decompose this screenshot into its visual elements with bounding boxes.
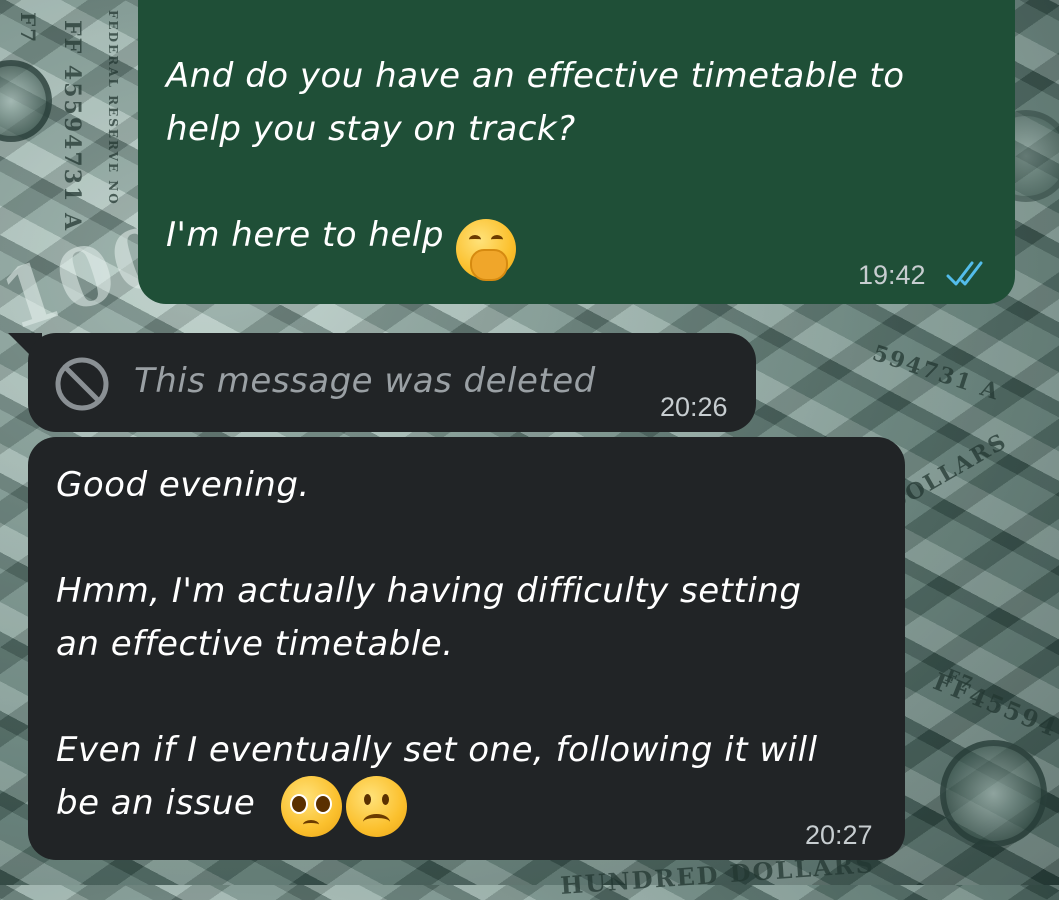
bill-seal: [0, 60, 52, 142]
message-text: Good evening. Hmm, I'm actually having d…: [56, 465, 818, 823]
bill-serial: FF 45594731 A: [59, 20, 85, 233]
double-check-icon: [946, 261, 983, 286]
pleading-face-emoji: [281, 776, 342, 837]
message-text: And do you have an effective timetable t…: [166, 56, 905, 255]
emoji-mouth: [303, 820, 319, 829]
emoji-eye-left: [364, 794, 371, 805]
message-bubble-outgoing[interactable]: And do you have an effective timetable t…: [138, 0, 1015, 304]
emoji-hand: [470, 249, 508, 281]
emoji-eye-left: [469, 235, 481, 244]
emoji-mouth: [363, 814, 390, 830]
message-bubble-incoming[interactable]: Good evening. Hmm, I'm actually having d…: [28, 437, 905, 860]
message-time: 20:27: [805, 820, 873, 850]
emoji-eye-right: [491, 235, 503, 244]
message-bubble-deleted[interactable]: This message was deleted 20:26: [28, 333, 756, 432]
message-time: 20:26: [660, 392, 728, 422]
emoji-eye-right: [314, 794, 332, 814]
bill-seal: [940, 740, 1047, 847]
message-time: 19:42: [858, 260, 926, 290]
emoji-eye-right: [382, 794, 389, 805]
bill-serial: F7: [16, 12, 40, 45]
bill-serial: 594731 A: [869, 340, 1004, 406]
frowning-face-emoji: [346, 776, 407, 837]
deleted-message-text: This message was deleted: [134, 361, 596, 401]
bill-serial: FEDERAL RESERVE NO: [106, 10, 120, 206]
prohibited-icon: [55, 357, 109, 411]
emoji-eye-left: [290, 794, 308, 814]
hand-over-mouth-emoji: [456, 219, 516, 281]
